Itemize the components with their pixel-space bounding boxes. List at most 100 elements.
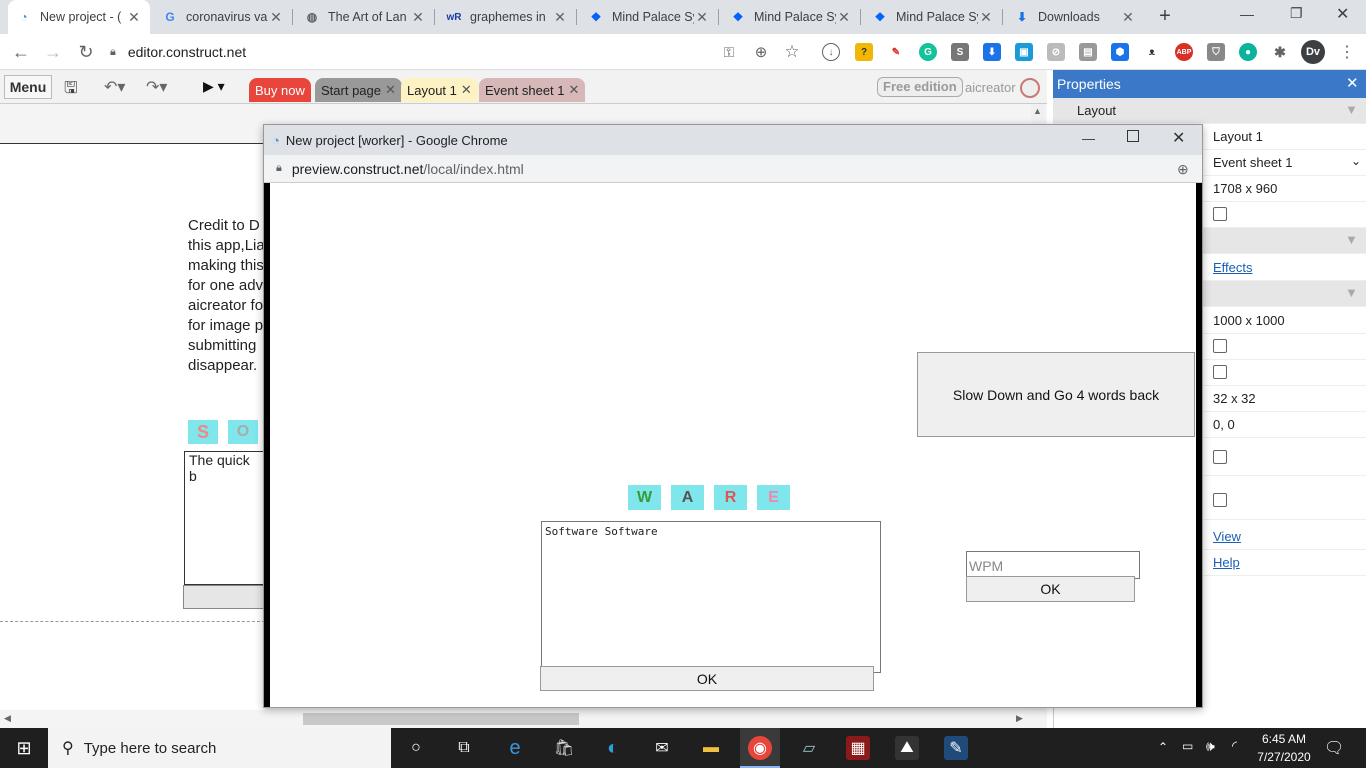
close-icon[interactable]: ✕ <box>1346 74 1359 92</box>
browser-tab-1[interactable]: G coronavirus va ✕ <box>154 0 292 34</box>
close-window-icon[interactable]: ✕ <box>1172 128 1185 148</box>
slow-down-button[interactable]: Slow Down and Go 4 words back <box>917 352 1195 437</box>
effects-link[interactable]: Effects <box>1213 260 1253 275</box>
zoom-icon[interactable]: ⊕ <box>1177 161 1189 178</box>
chevron-down-icon[interactable]: ⌄ <box>1351 154 1361 168</box>
pin-ext-icon[interactable]: ✎ <box>887 43 905 61</box>
new-tab-icon[interactable]: + <box>1154 5 1176 27</box>
layout-textbox[interactable]: The quick b <box>184 451 266 585</box>
cortana-icon[interactable]: ○ <box>404 736 428 760</box>
tab-event-sheet-1[interactable]: Event sheet 1 ✕ <box>479 78 586 102</box>
scroll-up-icon[interactable]: ▲ <box>1033 106 1042 116</box>
menu-button[interactable]: Menu <box>4 75 52 99</box>
extensions-icon[interactable]: ✱ <box>1271 43 1289 61</box>
star-icon[interactable]: ☆ <box>781 41 803 63</box>
tab-start-page[interactable]: Start page ✕ <box>315 78 402 102</box>
letter-tile-r[interactable]: R <box>714 485 747 510</box>
compass-ext-icon[interactable]: ⊘ <box>1047 43 1065 61</box>
close-tab-icon[interactable]: ✕ <box>694 9 710 26</box>
owl-ext-icon[interactable]: ᴥ <box>1143 43 1161 61</box>
redo-icon[interactable]: ↷▾ <box>146 77 167 97</box>
checkbox[interactable] <box>1213 450 1227 464</box>
app-icon[interactable]: ✎ <box>944 736 968 760</box>
minimize-icon[interactable]: — <box>1082 131 1095 146</box>
scroll-left-icon[interactable]: ◀ <box>4 713 11 724</box>
tab-layout-1[interactable]: Layout 1 ✕ <box>401 78 478 102</box>
cube-ext-icon[interactable]: ⬢ <box>1111 43 1129 61</box>
edge-legacy-icon[interactable]: e <box>503 736 527 760</box>
scroll-right-icon[interactable]: ▶ <box>1016 713 1023 724</box>
collapse-icon[interactable]: ▼ <box>1345 102 1358 117</box>
forward-icon[interactable]: → <box>42 41 64 63</box>
maximize-icon[interactable] <box>1127 130 1139 142</box>
checkbox[interactable] <box>1213 207 1227 221</box>
notepad-icon[interactable]: ▱ <box>797 736 821 760</box>
minimize-icon[interactable]: — <box>1240 6 1254 22</box>
camera-ext-icon[interactable]: ▣ <box>1015 43 1033 61</box>
restore-icon[interactable]: ❐ <box>1290 5 1303 22</box>
file-explorer-icon[interactable]: ▬ <box>699 736 723 760</box>
edge-icon[interactable]: ◐ <box>601 736 625 760</box>
close-tab-icon[interactable]: ✕ <box>410 9 426 26</box>
more-menu-icon[interactable]: ⋮ <box>1336 41 1358 63</box>
save-icon[interactable]: 🖫︎ <box>64 77 78 104</box>
volume-icon[interactable]: 🕪︎ <box>1206 738 1215 755</box>
ok-button[interactable]: OK <box>540 666 874 691</box>
collapse-icon[interactable]: ▼ <box>1345 285 1358 300</box>
back-icon[interactable]: ← <box>10 41 32 63</box>
close-window-icon[interactable]: ✕ <box>1336 4 1349 24</box>
save-ext-icon[interactable]: ⬇ <box>983 43 1001 61</box>
chrome-icon[interactable]: ◉ <box>748 736 772 760</box>
shield-ext-icon[interactable]: ⛉ <box>1207 43 1225 61</box>
checkbox[interactable] <box>1213 493 1227 507</box>
close-tab-icon[interactable]: ✕ <box>552 9 568 26</box>
profile-avatar[interactable]: Dv <box>1301 40 1325 64</box>
checkbox[interactable] <box>1213 365 1227 379</box>
close-icon[interactable]: ✕ <box>461 82 472 98</box>
browser-tab-7[interactable]: ⬇ Downloads ✕ <box>1006 0 1144 34</box>
image-ext-icon[interactable]: ▤ <box>1079 43 1097 61</box>
hscroll-thumb[interactable] <box>303 713 579 725</box>
close-tab-icon[interactable]: ✕ <box>126 9 142 26</box>
letter-tile-e[interactable]: E <box>757 485 790 510</box>
help-link[interactable]: Help <box>1213 555 1240 570</box>
close-tab-icon[interactable]: ✕ <box>978 9 994 26</box>
clock-time[interactable]: 6:45 AM <box>1252 732 1316 746</box>
browser-tab-0[interactable]: ◔ New project - ( ✕ <box>8 0 150 34</box>
username[interactable]: aicreator <box>965 80 1016 95</box>
view-link[interactable]: View <box>1213 529 1241 544</box>
browser-tab-6[interactable]: ❖ Mind Palace Sy ✕ <box>864 0 1002 34</box>
letter-tile-a[interactable]: A <box>671 485 704 510</box>
undo-icon[interactable]: ↶▾ <box>104 77 125 97</box>
wpm-ok-button[interactable]: OK <box>966 576 1135 602</box>
wifi-icon[interactable]: ◜ <box>1232 738 1237 754</box>
close-tab-icon[interactable]: ✕ <box>836 9 852 26</box>
store-icon[interactable]: 🛍︎ <box>552 736 576 760</box>
browser-tab-3[interactable]: wR graphemes in ✕ <box>438 0 576 34</box>
avatar[interactable] <box>1020 78 1040 98</box>
add-icon[interactable]: ⊕ <box>750 41 772 63</box>
checkbox[interactable] <box>1213 339 1227 353</box>
address-bar[interactable]: 🔒︎ editor.construct.net <box>110 38 810 66</box>
close-icon[interactable]: ✕ <box>569 82 580 98</box>
browser-tab-5[interactable]: ❖ Mind Palace Sy ✕ <box>722 0 860 34</box>
chevron-up-icon[interactable]: ⌃ <box>1158 740 1168 754</box>
circle-ext-icon[interactable]: ● <box>1239 43 1257 61</box>
task-view-icon[interactable]: ⧉ <box>452 736 476 760</box>
notifications-icon[interactable]: 🗨︎ <box>1324 738 1344 758</box>
wpm-input[interactable]: WPM <box>966 551 1140 579</box>
text-area[interactable]: Software Software <box>541 521 881 673</box>
tab-buy-now[interactable]: Buy now <box>249 78 311 102</box>
layout-button[interactable] <box>183 585 266 609</box>
play-icon[interactable]: ▶ ▾ <box>203 78 225 95</box>
mail-icon[interactable]: ✉ <box>650 736 674 760</box>
download-ext-icon[interactable]: ↓ <box>822 43 840 61</box>
battery-icon[interactable]: ▭ <box>1182 739 1193 753</box>
clock-date[interactable]: 7/27/2020 <box>1252 750 1316 764</box>
close-icon[interactable]: ✕ <box>385 82 396 98</box>
question-ext-icon[interactable]: ? <box>855 43 873 61</box>
collapse-icon[interactable]: ▼ <box>1345 232 1358 247</box>
adblock-icon[interactable]: ABP <box>1175 43 1193 61</box>
browser-tab-4[interactable]: ❖ Mind Palace Sy ✕ <box>580 0 718 34</box>
close-tab-icon[interactable]: ✕ <box>1120 9 1136 26</box>
